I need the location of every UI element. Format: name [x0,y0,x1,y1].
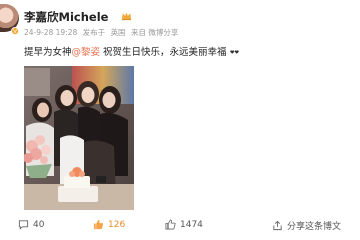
svg-text:V: V [13,29,17,35]
repost-count: 1474 [180,219,203,230]
post-location: 英国 [110,28,126,37]
share-button[interactable]: 分享这条博文 [272,219,341,232]
comment-count: 40 [33,219,45,230]
vip-icon: V [11,27,19,35]
post-text-suffix: 祝贺生日快乐，永远美丽幸福 [100,47,227,58]
crown-icon [121,12,132,21]
heart-emoji [229,50,239,54]
mention-link[interactable]: @黎姿 [72,47,101,58]
username[interactable]: 李嘉欣Michele [24,9,108,25]
post-meta: 24-9-28 19:28 发布于 英国 来自 微博分享 [24,27,181,38]
comment-icon [18,220,29,230]
post-timestamp[interactable]: 24-9-28 19:28 [24,28,77,37]
posted-from-prefix: 发布于 [82,28,106,37]
repost-button[interactable]: 1474 [165,219,203,230]
comment-button[interactable]: 40 [18,219,44,230]
repost-icon [165,219,176,230]
like-icon [93,219,104,230]
like-button[interactable]: 126 [93,219,125,230]
post-text-prefix: 提早为女神 [24,47,72,58]
post-image[interactable] [24,66,134,210]
share-label: 分享这条博文 [287,222,342,232]
post-source: 来自 微博分享 [130,28,179,37]
like-count: 126 [108,219,126,230]
post-text: 提早为女神@黎姿 祝贺生日快乐，永远美丽幸福 [24,44,239,58]
post-image-illustration [24,66,134,210]
share-icon [273,220,282,231]
